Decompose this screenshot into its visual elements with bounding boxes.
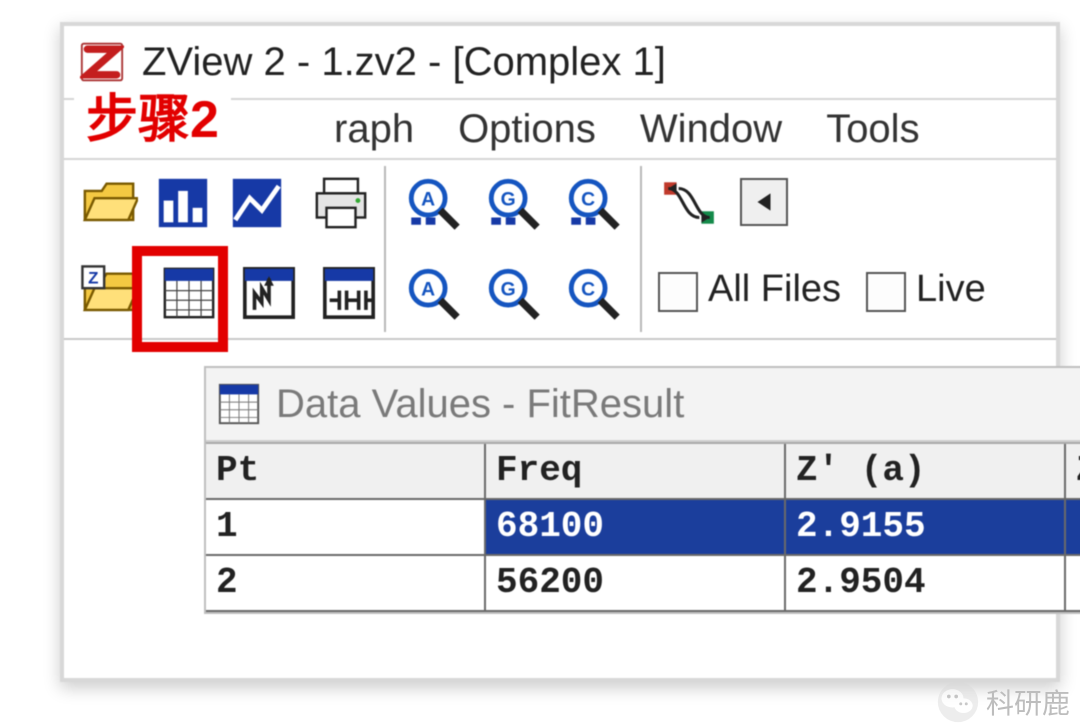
- menu-tools[interactable]: Tools: [826, 107, 919, 152]
- prev-button[interactable]: [740, 178, 788, 226]
- chart-2-button[interactable]: [224, 170, 290, 236]
- table-cell-more[interactable]: [1066, 500, 1080, 556]
- swap-data-button[interactable]: [654, 170, 724, 236]
- svg-text:A: A: [421, 279, 435, 300]
- menu-window[interactable]: Window: [640, 107, 782, 152]
- col-za[interactable]: Z' (a): [786, 444, 1066, 500]
- svg-text:C: C: [581, 189, 595, 210]
- col-zb-partial[interactable]: Z: [1066, 444, 1080, 500]
- data-table: Pt Freq Z' (a) Z 1 68100 2.9155 2 56200 …: [206, 442, 1080, 612]
- data-values-window: Data Values - FitResult Pt Freq Z' (a) Z…: [204, 366, 1080, 614]
- open-z-button[interactable]: Z: [76, 260, 142, 326]
- data-grid-button[interactable]: [156, 260, 222, 326]
- data-values-titlebar[interactable]: Data Values - FitResult: [206, 368, 1080, 442]
- app-icon: [80, 40, 124, 84]
- all-files-label: All Files: [708, 268, 841, 311]
- window-title: ZView 2 - 1.zv2 - [Complex 1]: [142, 40, 666, 85]
- col-pt[interactable]: Pt: [206, 444, 486, 500]
- toolbar: A G C Z A G: [64, 160, 1056, 340]
- col-freq[interactable]: Freq: [486, 444, 786, 500]
- zoom-a-button[interactable]: A: [400, 260, 466, 326]
- circuit-button[interactable]: [316, 260, 382, 326]
- live-label: Live: [916, 268, 986, 311]
- data-values-title: Data Values - FitResult: [276, 382, 684, 427]
- data-grid-icon: [216, 381, 262, 427]
- watermark-text: 科研鹿: [986, 682, 1070, 722]
- insert-chart-button[interactable]: [236, 260, 302, 326]
- svg-text:Z: Z: [88, 268, 98, 287]
- svg-text:G: G: [501, 189, 516, 210]
- table-cell-pt[interactable]: 1: [206, 500, 486, 556]
- table-cell-za[interactable]: 2.9155: [786, 500, 1066, 556]
- step-annotation: 步骤2: [74, 88, 231, 157]
- zoom-c-button[interactable]: C: [560, 260, 626, 326]
- table-cell-freq[interactable]: 56200: [486, 556, 786, 612]
- wechat-icon: [936, 680, 980, 724]
- all-files-checkbox[interactable]: [658, 272, 698, 312]
- zoom-g-all-button[interactable]: G: [480, 170, 546, 236]
- chart-1-button[interactable]: [150, 170, 216, 236]
- table-cell-more[interactable]: [1066, 556, 1080, 612]
- table-cell-pt[interactable]: 2: [206, 556, 486, 612]
- zoom-g-button[interactable]: G: [480, 260, 546, 326]
- watermark: 科研鹿: [936, 680, 1070, 724]
- svg-text:C: C: [581, 279, 595, 300]
- live-checkbox[interactable]: [866, 272, 906, 312]
- zoom-a-all-button[interactable]: A: [400, 170, 466, 236]
- table-cell-freq[interactable]: 68100: [486, 500, 786, 556]
- menu-options[interactable]: Options: [458, 107, 596, 152]
- svg-text:G: G: [501, 279, 516, 300]
- print-button[interactable]: [308, 170, 374, 236]
- menu-bar: 步骤2 raph Options Window Tools: [64, 100, 1056, 160]
- table-cell-za[interactable]: 2.9504: [786, 556, 1066, 612]
- zoom-c-all-button[interactable]: C: [560, 170, 626, 236]
- svg-text:A: A: [421, 189, 435, 210]
- menu-graph[interactable]: raph: [334, 107, 414, 152]
- open-button[interactable]: [76, 170, 142, 236]
